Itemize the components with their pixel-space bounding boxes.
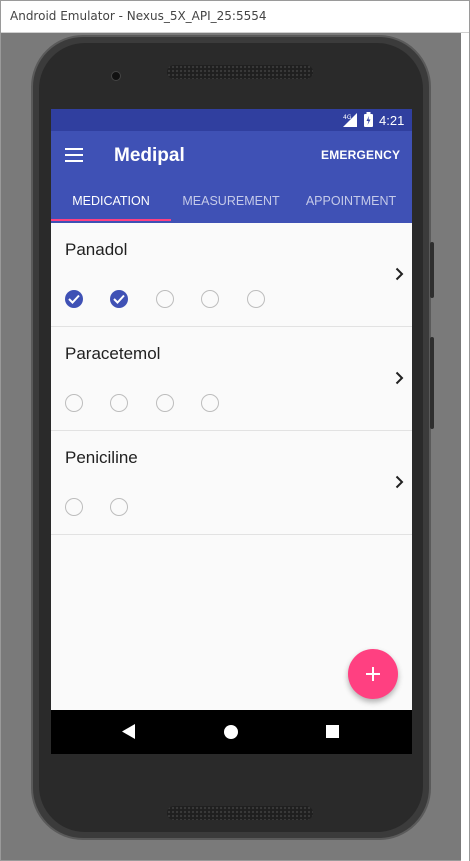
chevron-right-icon[interactable] — [395, 371, 404, 385]
active-tab-indicator — [51, 219, 171, 221]
top-speaker-grille — [167, 65, 313, 79]
network-type-label: 4G — [343, 114, 352, 121]
tab-medication[interactable]: MEDICATION — [51, 189, 171, 223]
dose-pending-circle-icon[interactable] — [110, 394, 128, 412]
tab-measurement[interactable]: MEASUREMENT — [171, 189, 291, 223]
medication-card[interactable]: Peniciline — [51, 431, 412, 535]
signal-icon: 4G — [343, 113, 357, 127]
dose-pending-circle-icon[interactable] — [201, 290, 219, 308]
medication-name: Peniciline — [65, 448, 138, 467]
bottom-speaker-grille — [167, 806, 313, 820]
titlebar-divider — [1, 32, 469, 33]
dose-pending-circle-icon[interactable] — [247, 290, 265, 308]
chevron-right-icon[interactable] — [395, 475, 404, 489]
medication-card[interactable]: Panadol — [51, 223, 412, 327]
dose-taken-check-icon[interactable] — [110, 290, 128, 308]
app-bar: Medipal EMERGENCY MEDICATION MEASUREMENT… — [51, 131, 412, 223]
back-icon[interactable] — [122, 724, 135, 739]
add-medication-button[interactable] — [348, 649, 398, 699]
medication-name: Paracetemol — [65, 344, 161, 363]
home-icon[interactable] — [224, 725, 238, 739]
front-camera — [111, 71, 121, 81]
dose-pending-circle-icon[interactable] — [156, 394, 174, 412]
recent-apps-icon[interactable] — [326, 725, 339, 738]
navigation-bar — [51, 710, 412, 754]
dose-pending-circle-icon[interactable] — [156, 290, 174, 308]
window-title: Android Emulator - Nexus_5X_API_25:5554 — [10, 9, 267, 23]
dose-pending-circle-icon[interactable] — [110, 498, 128, 516]
volume-button[interactable] — [430, 337, 434, 429]
emergency-button[interactable]: EMERGENCY — [321, 148, 400, 162]
medication-card[interactable]: Paracetemol — [51, 327, 412, 431]
dose-taken-check-icon[interactable] — [65, 290, 83, 308]
tab-bar: MEDICATION MEASUREMENT APPOINTMENT — [51, 189, 412, 223]
device-screen: 4G 4:21 Medipal EMERGENCY MEDICATION MEA… — [51, 109, 412, 754]
chevron-right-icon[interactable] — [395, 267, 404, 281]
window-titlebar[interactable]: Android Emulator - Nexus_5X_API_25:5554 — [1, 1, 469, 32]
power-button[interactable] — [430, 242, 434, 298]
dose-pending-circle-icon[interactable] — [65, 498, 83, 516]
window-right-edge — [461, 33, 469, 861]
status-time: 4:21 — [379, 113, 405, 128]
status-bar: 4G 4:21 — [51, 109, 412, 131]
battery-icon — [364, 112, 373, 127]
dose-pending-circle-icon[interactable] — [201, 394, 219, 412]
dose-pending-circle-icon[interactable] — [65, 394, 83, 412]
medication-list: Panadol Paracetemol Peniciline — [51, 223, 412, 535]
tab-appointment[interactable]: APPOINTMENT — [301, 189, 401, 223]
hamburger-menu-icon[interactable] — [65, 148, 85, 164]
emulator-window: Android Emulator - Nexus_5X_API_25:5554 … — [0, 0, 470, 861]
medication-name: Panadol — [65, 240, 128, 259]
app-title: Medipal — [114, 145, 185, 166]
